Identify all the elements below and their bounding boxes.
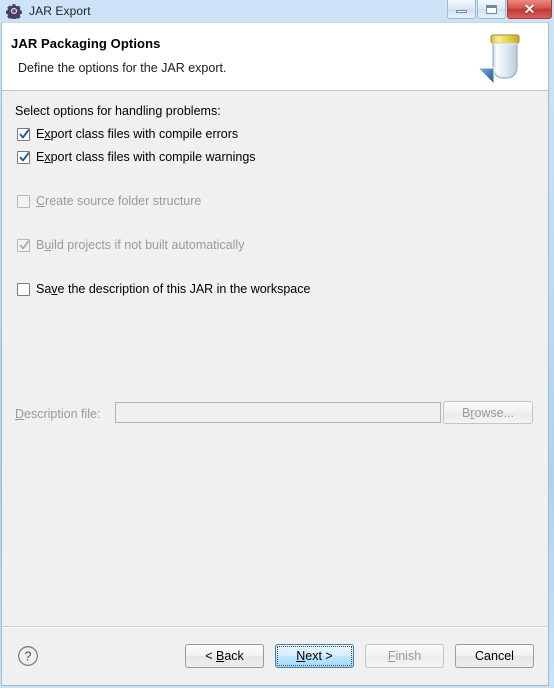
dialog-button-bar: < Back Next > Finish Cancel [174, 644, 534, 668]
checkbox-box[interactable] [17, 150, 30, 164]
checkbox-box [17, 194, 30, 208]
window-title: JAR Export [29, 4, 91, 18]
restore-icon [478, 0, 505, 18]
page-description: Define the options for the JAR export. [18, 61, 227, 75]
section-label: Select options for handling problems: [15, 104, 221, 118]
svg-text:?: ? [25, 650, 32, 664]
help-icon[interactable]: ? [17, 645, 39, 667]
maximize-button[interactable] [477, 0, 506, 19]
minimize-icon [448, 0, 475, 18]
jar-banner-icon [474, 26, 536, 88]
next-button[interactable]: Next > [275, 644, 354, 668]
dialog-client-area: JAR Packaging Options Define the options… [1, 22, 549, 686]
back-button[interactable]: < Back [185, 644, 264, 668]
checkbox-label: Build projects if not built automaticall… [36, 238, 245, 252]
checkbox-box[interactable] [17, 127, 30, 141]
jar-export-dialog-window: JAR Export ✕ JAR Packaging Options Defin… [0, 0, 554, 688]
checkbox-create-source-folder-structure: Create source folder structure [17, 194, 201, 208]
checkbox-export-class-files-compile-errors[interactable]: Export class files with compile errors [17, 127, 238, 141]
checkbox-label: Export class files with compile warnings [36, 150, 256, 164]
browse-button[interactable]: Browse... [443, 401, 533, 424]
checkbox-label: Save the description of this JAR in the … [36, 282, 311, 296]
footer-separator [2, 626, 548, 628]
description-file-input[interactable] [115, 402, 441, 423]
checkbox-export-class-files-compile-warnings[interactable]: Export class files with compile warnings [17, 150, 256, 164]
wizard-header: JAR Packaging Options Define the options… [2, 23, 548, 91]
jar-export-cog-icon [6, 3, 22, 19]
page-title: JAR Packaging Options [11, 36, 161, 51]
checkbox-save-description-of-jar-in-workspace[interactable]: Save the description of this JAR in the … [17, 282, 310, 296]
wizard-body: Select options for handling problems: Ex… [2, 91, 548, 685]
title-bar: JAR Export ✕ [0, 0, 554, 22]
checkbox-box [17, 238, 30, 252]
checkbox-label: Create source folder structure [36, 194, 202, 208]
checkbox-label: Export class files with compile errors [36, 127, 239, 141]
window-controls: ✕ [446, 0, 552, 19]
checkbox-build-projects-if-not-built-automatically: Build projects if not built automaticall… [17, 238, 244, 252]
description-file-label: Description file: [15, 407, 101, 421]
cancel-button[interactable]: Cancel [455, 644, 534, 668]
finish-button[interactable]: Finish [365, 644, 444, 668]
minimize-button[interactable] [447, 0, 476, 19]
close-icon: ✕ [523, 1, 536, 17]
close-button[interactable]: ✕ [507, 0, 552, 19]
checkbox-box[interactable] [17, 282, 30, 296]
